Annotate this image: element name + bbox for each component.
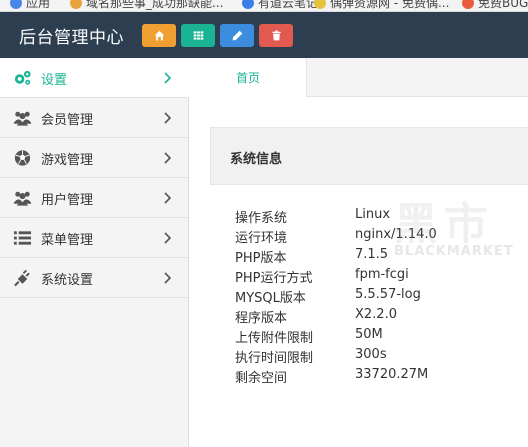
chevron-right-icon xyxy=(163,110,173,126)
sidebar-item-label: 系统设置 xyxy=(41,273,94,288)
pencil-icon xyxy=(232,30,242,41)
sidebar-item-label: 用户管理 xyxy=(41,193,94,208)
bookmark-free-bug[interactable]: 免费BUG xyxy=(462,0,528,11)
chevron-right-icon xyxy=(163,230,173,246)
chevron-right-icon xyxy=(163,150,173,166)
sidebar-item-label: 会员管理 xyxy=(41,113,94,128)
tab-home[interactable]: 首页 xyxy=(190,58,307,97)
bookmark-apps[interactable]: 应用 xyxy=(10,0,50,11)
info-value: 50M xyxy=(355,327,383,342)
apps-icon xyxy=(10,0,22,9)
info-row: 执行时间限制 300s xyxy=(235,347,528,367)
info-value: 7.1.5 xyxy=(355,247,389,262)
chevron-right-icon xyxy=(163,190,173,206)
sidebar-item-users[interactable]: 用户管理 xyxy=(0,178,189,218)
sidebar-item-games[interactable]: 游戏管理 xyxy=(0,138,189,178)
info-key: 执行时间限制 xyxy=(235,351,314,366)
bookmarks-bar: 应用 域名那些事_成功那缺能... 有道云笔记 偶弹资源网 - 免费偶... 免… xyxy=(0,0,528,12)
home-button[interactable] xyxy=(142,24,176,47)
sidebar-item-menus[interactable]: 菜单管理 xyxy=(0,218,189,258)
info-row: MYSQL版本 5.5.57-log xyxy=(235,287,528,307)
info-row: PHP运行方式 fpm-fcgi xyxy=(235,267,528,287)
info-value: Linux xyxy=(355,207,391,222)
users-icon xyxy=(13,189,32,207)
chevron-right-icon xyxy=(163,70,173,86)
info-key: 操作系统 xyxy=(235,211,288,226)
bookmark-youdao[interactable]: 有道云笔记 xyxy=(242,0,318,11)
bookmark-icon xyxy=(242,0,254,9)
sidebar-item-settings[interactable]: 设置 xyxy=(0,58,189,98)
delete-button[interactable] xyxy=(259,24,293,47)
info-row: 上传附件限制 50M xyxy=(235,327,528,347)
info-value: 5.5.57-log xyxy=(355,287,421,302)
chevron-right-icon xyxy=(163,270,173,286)
info-key: PHP运行方式 xyxy=(235,271,313,286)
info-value: 33720.27M xyxy=(355,367,429,382)
info-key: 上传附件限制 xyxy=(235,331,314,346)
sidebar-item-label: 菜单管理 xyxy=(41,233,94,248)
top-header: 后台管理中心 xyxy=(0,12,528,58)
sidebar-item-system-settings[interactable]: 系统设置 xyxy=(0,258,189,298)
gears-icon xyxy=(13,69,32,87)
info-row: 操作系统 Linux xyxy=(235,207,528,227)
info-key: MYSQL版本 xyxy=(235,291,306,306)
plug-icon xyxy=(13,269,32,287)
info-value: fpm-fcgi xyxy=(355,267,409,282)
info-key: PHP版本 xyxy=(235,251,287,266)
users-icon xyxy=(13,109,32,127)
bookmark-domain[interactable]: 域名那些事_成功那缺能... xyxy=(70,0,223,11)
info-key: 剩余空间 xyxy=(235,371,288,386)
bookmark-icon xyxy=(462,0,474,9)
info-value: 300s xyxy=(355,347,387,362)
panel-header: 系统信息 xyxy=(210,127,528,185)
brand-title: 后台管理中心 xyxy=(19,28,124,48)
info-key: 程序版本 xyxy=(235,311,288,326)
info-value: X2.2.0 xyxy=(355,307,397,322)
info-row: 程序版本 X2.2.0 xyxy=(235,307,528,327)
bookmark-icon xyxy=(314,0,326,9)
tab-bar: 首页 xyxy=(190,58,528,97)
bookmark-icon xyxy=(70,0,82,9)
info-value: nginx/1.14.0 xyxy=(355,227,437,242)
info-row: 剩余空间 33720.27M xyxy=(235,367,528,387)
sidebar-item-label: 设置 xyxy=(41,73,68,88)
sidebar-item-members[interactable]: 会员管理 xyxy=(0,98,189,138)
sidebar-item-label: 游戏管理 xyxy=(41,153,94,168)
grid-icon xyxy=(193,31,203,40)
soccer-ball-icon xyxy=(13,149,32,167)
list-icon xyxy=(13,229,32,247)
info-key: 运行环境 xyxy=(235,231,288,246)
edit-button[interactable] xyxy=(220,24,254,47)
home-icon xyxy=(154,30,164,41)
panel-title: 系统信息 xyxy=(230,152,283,167)
info-row: 运行环境 nginx/1.14.0 xyxy=(235,227,528,247)
bookmark-resources[interactable]: 偶弹资源网 - 免费偶... xyxy=(314,0,449,11)
sidebar: 设置 会员管理 游戏管理 用户管理 菜单管理 系统设置 xyxy=(0,58,189,447)
info-row: PHP版本 7.1.5 xyxy=(235,247,528,267)
grid-button[interactable] xyxy=(181,24,215,47)
trash-icon xyxy=(271,30,281,41)
